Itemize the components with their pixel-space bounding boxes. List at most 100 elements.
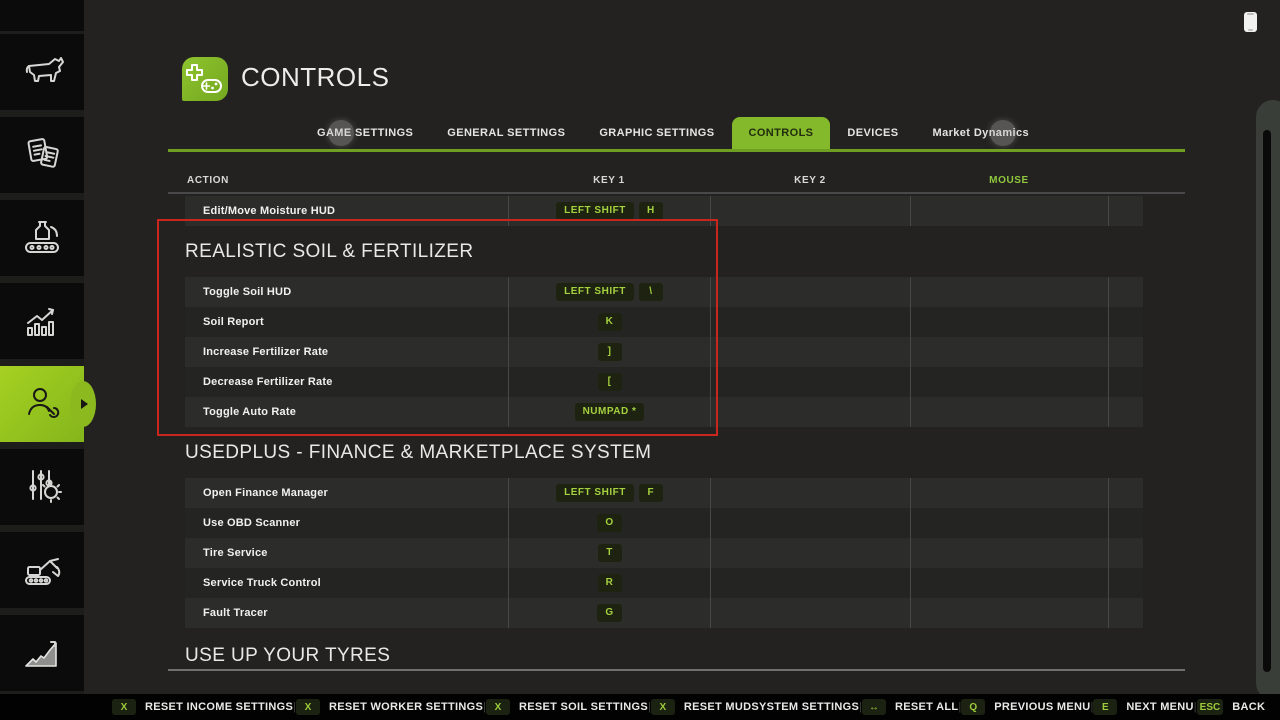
key-badge: LEFT SHIFT (556, 484, 634, 502)
phone-icon (1244, 12, 1257, 32)
bar-label: PREVIOUS MENU (994, 701, 1090, 713)
key2-cell[interactable] (710, 598, 910, 628)
key1-cell[interactable]: K (508, 307, 710, 337)
sidebar-item-animals[interactable] (0, 34, 84, 110)
sidebar-item-statistics[interactable] (0, 283, 84, 359)
key2-cell[interactable] (710, 508, 910, 538)
key2-cell[interactable] (710, 367, 910, 397)
section-title: USEDPLUS - FINANCE & MARKETPLACE SYSTEM (168, 427, 1185, 478)
bar-button-next-menu[interactable]: ENEXT MENU (1093, 699, 1193, 715)
mouse-cell[interactable] (910, 538, 1108, 568)
key-badge: T (598, 544, 622, 562)
key2-cell[interactable] (710, 196, 910, 226)
key-hint: X (651, 699, 675, 715)
mouse-cell[interactable] (910, 568, 1108, 598)
bar-button-reset-worker-settings[interactable]: XRESET WORKER SETTINGS (296, 699, 483, 715)
mouse-cell[interactable] (910, 397, 1108, 427)
bar-button-reset-income-settings[interactable]: XRESET INCOME SETTINGS (112, 699, 293, 715)
tab-game-settings[interactable]: GAME SETTINGS (300, 117, 430, 149)
binding-row: Toggle Soil HUDLEFT SHIFT\ (185, 277, 1143, 307)
row-tail (1108, 508, 1143, 538)
key2-cell[interactable] (710, 568, 910, 598)
tab-devices[interactable]: DEVICES (830, 117, 915, 149)
action-label: Decrease Fertilizer Rate (185, 367, 508, 397)
key-badge: F (639, 484, 663, 502)
row-tail (1108, 307, 1143, 337)
mouse-cell[interactable] (910, 598, 1108, 628)
key1-cell[interactable]: LEFT SHIFT F (508, 478, 710, 508)
table-header: ACTION KEY 1 KEY 2 MOUSE (168, 171, 1185, 189)
statistics-icon (20, 297, 64, 346)
key1-cell[interactable]: ] (508, 337, 710, 367)
binding-row: Open Finance ManagerLEFT SHIFTF (185, 478, 1143, 508)
column-header-action: ACTION (168, 175, 508, 186)
bar-button-reset-all[interactable]: ↔RESET ALL (862, 699, 958, 715)
key1-cell[interactable]: LEFT SHIFT\ (508, 277, 710, 307)
binding-row: Service Truck ControlR (185, 568, 1143, 598)
key1-cell[interactable]: T (508, 538, 710, 568)
key-badge: [ (598, 373, 622, 391)
mouse-cell[interactable] (910, 337, 1108, 367)
worker-settings-icon (20, 380, 64, 429)
row-tail (1108, 337, 1143, 367)
bar-label: BACK (1232, 701, 1265, 713)
sidebar-item-tuning[interactable] (0, 449, 84, 525)
binding-row: Fault TracerG (185, 598, 1143, 628)
key1-cell[interactable]: [ (508, 367, 710, 397)
key-badge: ] (598, 343, 622, 361)
header-divider (168, 192, 1185, 194)
row-tail (1108, 568, 1143, 598)
mouse-cell[interactable] (910, 196, 1108, 226)
sidebar-item-finances[interactable] (0, 615, 84, 691)
bar-button-reset-mudsystem-settings[interactable]: XRESET MUDSYSTEM SETTINGS (651, 699, 859, 715)
action-label: Soil Report (185, 307, 508, 337)
bar-button-back[interactable]: ESCBACK (1197, 699, 1266, 715)
bar-button-previous-menu[interactable]: QPREVIOUS MENU (961, 699, 1090, 715)
mouse-cell[interactable] (910, 508, 1108, 538)
key2-cell[interactable] (710, 337, 910, 367)
bar-label: RESET INCOME SETTINGS (145, 701, 293, 713)
key2-cell[interactable] (710, 538, 910, 568)
key2-cell[interactable] (710, 478, 910, 508)
key-badge: K (598, 313, 622, 331)
key1-cell[interactable]: R (508, 568, 710, 598)
key-badge: O (597, 514, 621, 532)
row-tail (1108, 196, 1143, 226)
action-label: Tire Service (185, 538, 508, 568)
tabs: GAME SETTINGSGENERAL SETTINGSGRAPHIC SET… (300, 117, 1046, 149)
bar-button-reset-soil-settings[interactable]: XRESET SOIL SETTINGS (486, 699, 648, 715)
key-badge: LEFT SHIFT (556, 283, 634, 301)
mouse-cell[interactable] (910, 277, 1108, 307)
key-hint: ↔ (862, 699, 886, 715)
key-badge: LEFT SHIFT (556, 202, 634, 220)
scrollbar-track[interactable] (1263, 130, 1271, 672)
binding-row: Decrease Fertilizer Rate [ (185, 367, 1143, 397)
mouse-cell[interactable] (910, 478, 1108, 508)
sidebar-item-contracts[interactable] (0, 117, 84, 193)
key1-cell[interactable]: LEFT SHIFTH (508, 196, 710, 226)
key1-cell[interactable]: NUMPAD * (508, 397, 710, 427)
action-label: Edit/Move Moisture HUD (185, 196, 508, 226)
tab-general-settings[interactable]: GENERAL SETTINGS (430, 117, 582, 149)
sidebar-item-worker-settings[interactable] (0, 366, 84, 442)
scrollbar[interactable] (1256, 100, 1280, 700)
key2-cell[interactable] (710, 307, 910, 337)
sidebar-item-production[interactable] (0, 200, 84, 276)
tab-controls[interactable]: CONTROLS (732, 117, 831, 149)
key2-cell[interactable] (710, 277, 910, 307)
mouse-cell[interactable] (910, 367, 1108, 397)
key-hint: X (486, 699, 510, 715)
row-tail (1108, 397, 1143, 427)
tuning-icon (20, 463, 64, 512)
tab-market-dynamics[interactable]: Market Dynamics (916, 117, 1047, 149)
key2-cell[interactable] (710, 397, 910, 427)
sidebar-item-excavator[interactable] (0, 532, 84, 608)
key1-cell[interactable]: O (508, 508, 710, 538)
section: USEDPLUS - FINANCE & MARKETPLACE SYSTEM O… (168, 427, 1185, 628)
row-tail (1108, 598, 1143, 628)
sidebar-item-clock[interactable] (0, 0, 84, 31)
row-tail (1108, 478, 1143, 508)
tab-graphic-settings[interactable]: GRAPHIC SETTINGS (582, 117, 731, 149)
mouse-cell[interactable] (910, 307, 1108, 337)
key1-cell[interactable]: G (508, 598, 710, 628)
